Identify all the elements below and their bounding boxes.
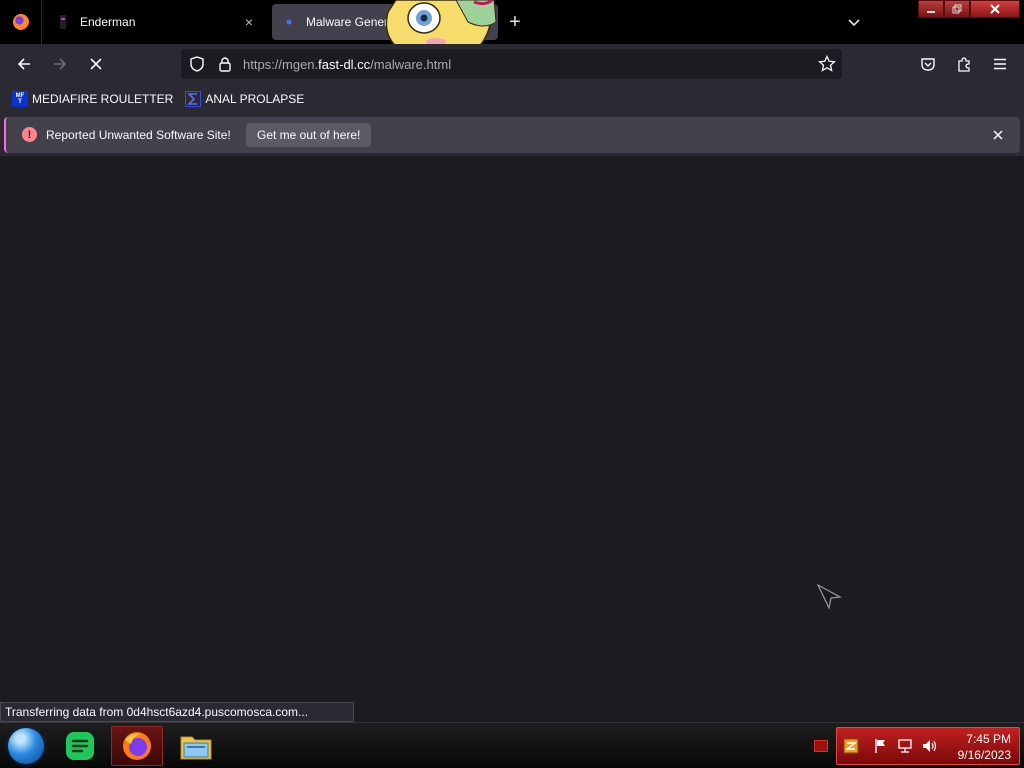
taskbar-firefox[interactable]	[111, 726, 163, 766]
stop-loading-button[interactable]	[84, 52, 108, 76]
close-window-button[interactable]	[970, 0, 1020, 18]
chevron-down-icon	[848, 19, 860, 27]
taskbar-file-explorer[interactable]	[170, 726, 222, 766]
start-button[interactable]	[0, 726, 52, 766]
volume-icon[interactable]	[921, 738, 937, 754]
tab-enderman[interactable]: Enderman ×	[46, 4, 268, 40]
arrow-right-icon	[54, 58, 67, 70]
tracking-protection-shield-icon[interactable]	[189, 56, 205, 72]
folder-icon	[180, 736, 212, 760]
network-icon[interactable]	[897, 738, 913, 754]
url-host: fast-dl.cc	[318, 57, 371, 72]
taskbar-notes-app[interactable]	[54, 726, 106, 766]
desktop-screen: Enderman × Malware Generator + https://m…	[0, 0, 1024, 768]
unwanted-software-warning-bar: ! Reported Unwanted Software Site! Get m…	[4, 117, 1020, 153]
bookmark-label: MEDIAFIRE ROULETTER	[32, 92, 174, 106]
mouse-cursor-icon	[816, 583, 842, 610]
status-panel: Transferring data from 0d4hsct6azd4.pusc…	[0, 702, 354, 722]
enderman-favicon-icon	[56, 15, 70, 29]
back-button[interactable]	[12, 52, 36, 76]
forward-button[interactable]	[48, 52, 72, 76]
firefox-view-button[interactable]	[0, 0, 42, 44]
tab-strip: Enderman × Malware Generator +	[0, 0, 1024, 44]
close-icon	[90, 58, 102, 70]
hamburger-menu-icon	[994, 58, 1006, 70]
restore-icon	[952, 4, 962, 14]
get-me-out-button[interactable]: Get me out of here!	[246, 123, 372, 147]
action-center-flag-icon[interactable]	[873, 738, 889, 754]
bookmark-mediafire-rouletter[interactable]: MF T MEDIAFIRE ROULETTER	[12, 91, 173, 107]
bookmark-star-icon[interactable]	[818, 55, 836, 73]
close-icon	[993, 130, 1003, 140]
bookmark-anal-prolapse[interactable]: ANAL PROLAPSE	[185, 91, 304, 107]
restore-button[interactable]	[944, 0, 970, 18]
puzzle-piece-icon	[958, 57, 970, 72]
pocket-icon	[921, 58, 935, 71]
minimize-button[interactable]	[918, 0, 944, 18]
notification-area: ! Reported Unwanted Software Site! Get m…	[0, 114, 1024, 156]
extensions-button[interactable]	[952, 52, 976, 76]
error-alert-icon: !	[22, 127, 37, 142]
navigation-toolbar: https://mgen.fast-dl.cc/malware.html	[0, 44, 1024, 84]
tray-overflow-flag-icon[interactable]	[814, 740, 828, 752]
list-all-tabs-button[interactable]	[842, 10, 866, 34]
pocket-button[interactable]	[916, 52, 940, 76]
bookmarks-toolbar: MF T MEDIAFIRE ROULETTER ANAL PROLAPSE	[0, 84, 1024, 114]
url-path: /malware.html	[370, 57, 452, 72]
close-tab-icon[interactable]: ×	[240, 13, 258, 31]
start-orb-icon	[8, 728, 44, 764]
sigma-bookmark-icon	[185, 91, 202, 107]
new-tab-button[interactable]: +	[503, 10, 527, 34]
mediafire-roulette-icon: MF T	[12, 91, 28, 107]
address-bar[interactable]: https://mgen.fast-dl.cc/malware.html	[181, 49, 842, 79]
bookmark-label: ANAL PROLAPSE	[205, 92, 305, 106]
warning-message: Reported Unwanted Software Site!	[46, 128, 231, 142]
taskbar: 7:45 PM 9/16/2023	[0, 722, 1024, 768]
firefox-logo-icon	[12, 14, 29, 30]
lock-icon[interactable]	[217, 55, 233, 73]
taskbar-clock[interactable]: 7:45 PM 9/16/2023	[958, 731, 1011, 763]
window-controls	[918, 0, 1020, 18]
arrow-left-icon	[17, 58, 30, 70]
notes-app-icon	[66, 732, 94, 760]
app-menu-button[interactable]	[988, 52, 1012, 76]
system-tray: 7:45 PM 9/16/2023	[836, 727, 1020, 765]
tab-title: Enderman	[80, 15, 136, 29]
close-icon	[990, 4, 1000, 14]
loading-favicon-icon	[282, 15, 296, 29]
tray-app-icon[interactable]	[843, 738, 859, 754]
minimize-icon	[927, 11, 935, 13]
dismiss-warning-button[interactable]	[988, 125, 1008, 145]
firefox-icon	[123, 732, 151, 760]
clock-date: 9/16/2023	[957, 748, 1011, 762]
page-content[interactable]	[0, 156, 1024, 722]
url-prefix: https://mgen.	[243, 57, 319, 72]
url-text[interactable]: https://mgen.fast-dl.cc/malware.html	[243, 57, 451, 72]
clock-time: 7:45 PM	[966, 732, 1011, 746]
